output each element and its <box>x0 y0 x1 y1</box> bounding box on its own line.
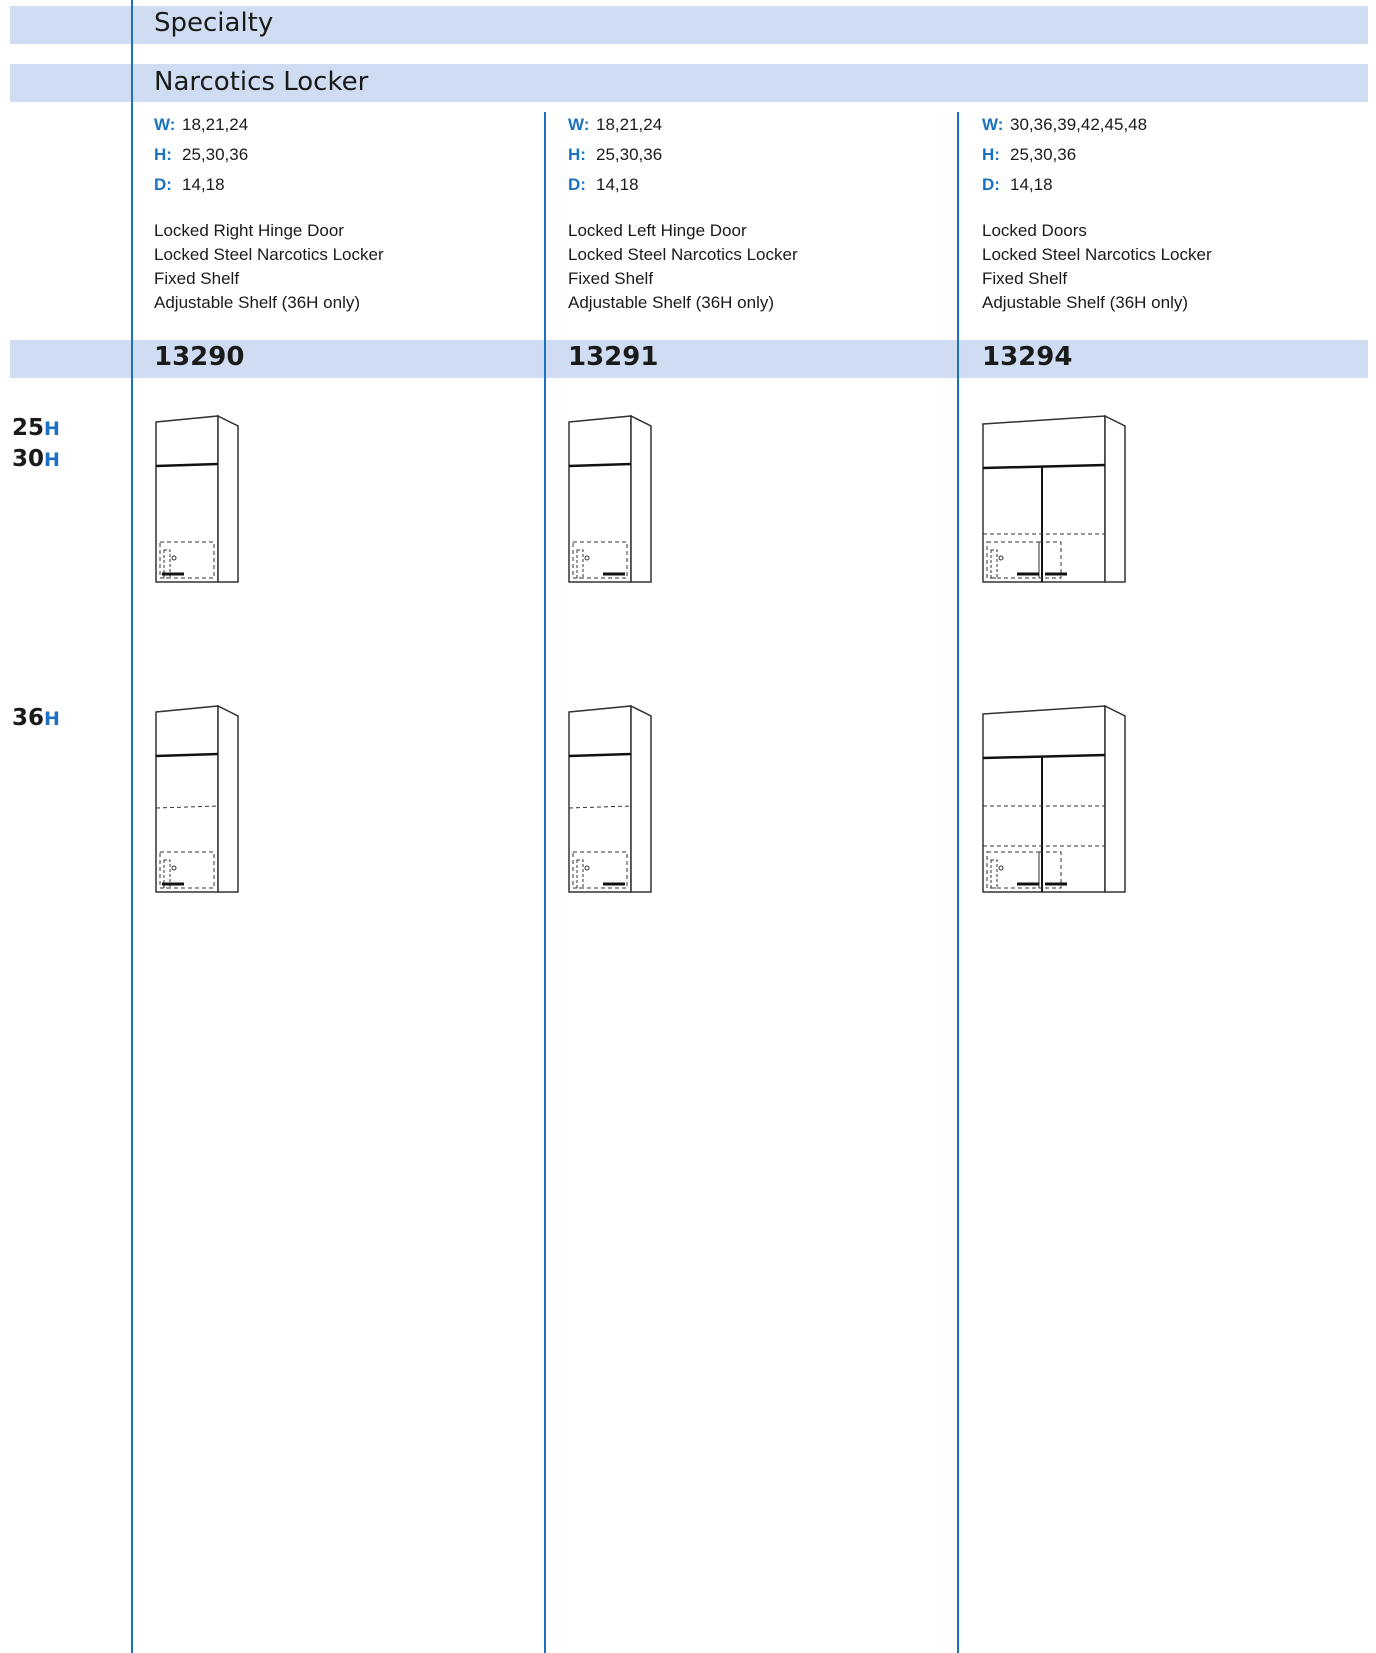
part-number-13290: 13290 <box>154 342 245 372</box>
width-label: W: <box>982 115 1004 134</box>
spec-block-13294: W: 30,36,39,42,45,48 H: 25,30,36 D: 14,18 <box>982 110 1147 200</box>
spec-block-13291: W: 18,21,24 H: 25,30,36 D: 14,18 <box>568 110 662 200</box>
depth-label: D: <box>568 175 586 194</box>
height-values: 25,30,36 <box>1010 145 1077 164</box>
height-values: 25,30,36 <box>596 145 663 164</box>
width-values: 18,21,24 <box>596 115 663 134</box>
feature-line: Adjustable Shelf (36H only) <box>982 293 1189 312</box>
cabinet-13290-tall-drawing <box>150 700 250 900</box>
depth-values: 14,18 <box>182 175 225 194</box>
feature-line: Fixed Shelf <box>982 269 1068 288</box>
height-label-36: 36H <box>12 705 60 731</box>
feature-line: Locked Steel Narcotics Locker <box>568 245 798 264</box>
column-divider-2 <box>957 112 959 1653</box>
feature-line: Adjustable Shelf (36H only) <box>154 293 361 312</box>
features-13291: Locked Left Hinge Door Locked Steel Narc… <box>568 219 948 315</box>
width-label: W: <box>568 115 590 134</box>
cabinet-13294-tall-drawing <box>977 700 1137 900</box>
cabinet-13290-short-drawing <box>150 410 250 590</box>
depth-label: D: <box>154 175 172 194</box>
feature-line: Locked Left Hinge Door <box>568 221 747 240</box>
height-label: H: <box>982 145 1000 164</box>
height-label-25-30: 25H 30H <box>12 415 60 472</box>
height-label: H: <box>154 145 172 164</box>
height-values: 25,30,36 <box>182 145 249 164</box>
width-label: W: <box>154 115 176 134</box>
features-13294: Locked Doors Locked Steel Narcotics Lock… <box>982 219 1362 315</box>
feature-line: Fixed Shelf <box>154 269 240 288</box>
depth-values: 14,18 <box>1010 175 1053 194</box>
depth-label: D: <box>982 175 1000 194</box>
cabinet-13291-tall-drawing <box>563 700 663 900</box>
cabinet-13294-short-drawing <box>977 410 1137 590</box>
feature-line: Locked Steel Narcotics Locker <box>154 245 384 264</box>
part-number-13291: 13291 <box>568 342 659 372</box>
feature-line: Locked Steel Narcotics Locker <box>982 245 1212 264</box>
height-label: H: <box>568 145 586 164</box>
part-number-13294: 13294 <box>982 342 1073 372</box>
width-values: 30,36,39,42,45,48 <box>1010 115 1148 134</box>
depth-values: 14,18 <box>596 175 639 194</box>
feature-line: Adjustable Shelf (36H only) <box>568 293 775 312</box>
feature-line: Locked Right Hinge Door <box>154 221 344 240</box>
column-divider-1 <box>544 112 546 1653</box>
width-values: 18,21,24 <box>182 115 249 134</box>
spec-block-13290: W: 18,21,24 H: 25,30,36 D: 14,18 <box>154 110 248 200</box>
features-13290: Locked Right Hinge Door Locked Steel Nar… <box>154 219 534 315</box>
subsection-title: Narcotics Locker <box>154 67 369 97</box>
left-column-rule <box>131 0 133 1653</box>
feature-line: Locked Doors <box>982 221 1087 240</box>
feature-line: Fixed Shelf <box>568 269 654 288</box>
cabinet-13291-short-drawing <box>563 410 663 590</box>
section-title: Specialty <box>154 8 274 38</box>
